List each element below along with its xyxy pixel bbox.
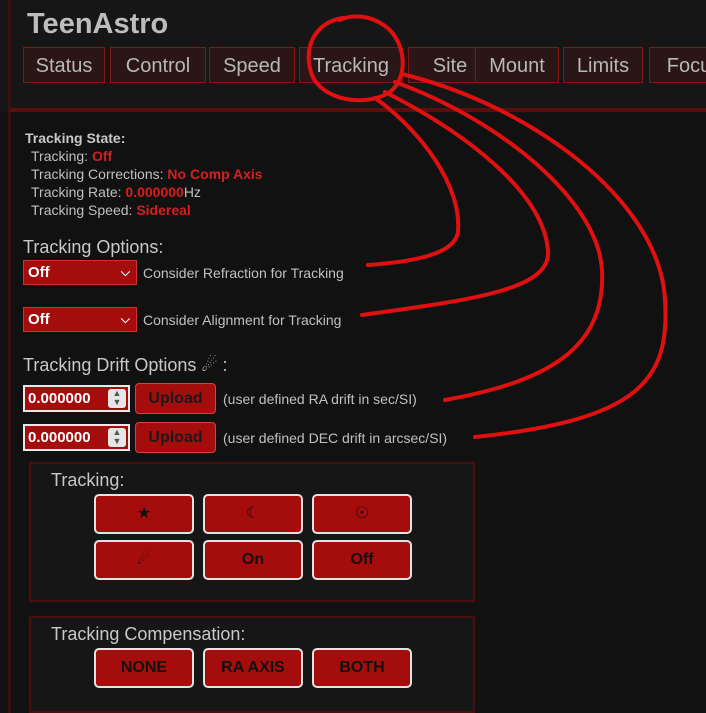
comp-both-button[interactable]: BOTH (312, 648, 412, 688)
moon-icon[interactable]: ☾ (203, 494, 303, 534)
alignment-select-value: Off (28, 311, 50, 328)
refraction-select[interactable]: Off ⌵ (23, 260, 137, 285)
tab-status[interactable]: Status (23, 47, 105, 83)
refraction-select-value: Off (28, 264, 50, 281)
compensation-panel-title: Tracking Compensation: (51, 624, 246, 644)
app-title: TeenAstro (27, 8, 169, 40)
compensation-panel: Tracking Compensation: NONE RA AXIS BOTH (29, 616, 475, 713)
spinner-icon[interactable]: ▲ ▼ (108, 389, 126, 408)
dec-drift-value: 0.000000 (28, 429, 91, 446)
tracking-corrections-value: No Comp Axis (167, 166, 263, 182)
spinner-icon[interactable]: ▲ ▼ (108, 428, 126, 447)
tab-speed[interactable]: Speed (209, 47, 295, 83)
alignment-label: Consider Alignment for Tracking (143, 312, 342, 328)
dec-drift-label: (user defined DEC drift in arcsec/SI) (223, 430, 448, 446)
star-icon[interactable]: ★ (94, 494, 194, 534)
tab-tracking[interactable]: Tracking (299, 47, 403, 83)
tab-focuser[interactable]: Focu (649, 47, 706, 83)
tracking-rate-unit: Hz (183, 184, 201, 200)
drift-options-title: Tracking Drift Options ☄ : (23, 355, 228, 375)
comet-icon[interactable]: ☄ (94, 540, 194, 580)
tracking-status-line: Tracking: Off (31, 148, 112, 164)
tracking-off-button[interactable]: Off (312, 540, 412, 580)
tracking-rate-line: Tracking Rate: 0.000000Hz (31, 184, 201, 200)
tracking-status-value: Off (91, 148, 113, 164)
left-border (8, 0, 11, 713)
tracking-state-heading: Tracking State: (25, 130, 126, 146)
annotation-stroke-ra (393, 80, 605, 402)
tracking-speed-value: Sidereal (136, 202, 191, 218)
refraction-label: Consider Refraction for Tracking (143, 265, 344, 281)
tab-control[interactable]: Control (110, 47, 206, 83)
dec-drift-input[interactable]: 0.000000 ▲ ▼ (23, 424, 130, 451)
sun-icon[interactable]: ☉ (312, 494, 412, 534)
header-divider (10, 108, 706, 112)
tracking-rate-value: 0.000000 (125, 184, 184, 200)
annotation-stroke-alignment (360, 90, 551, 317)
tracking-panel-title: Tracking: (51, 470, 125, 490)
tab-mount[interactable]: Mount (475, 47, 559, 83)
tracking-options-title: Tracking Options: (23, 237, 164, 257)
tracking-speed-line: Tracking Speed: Sidereal (31, 202, 191, 218)
tracking-speed-label: Tracking Speed: (31, 202, 137, 218)
comp-ra-axis-button[interactable]: RA AXIS (203, 648, 303, 688)
annotation-stroke-refraction (366, 96, 461, 267)
ra-upload-button[interactable]: Upload (135, 383, 216, 414)
tracking-status-label: Tracking: (31, 148, 92, 164)
chevron-down-icon: ⌵ (120, 312, 130, 326)
comp-none-button[interactable]: NONE (94, 648, 194, 688)
tracking-corrections-line: Tracking Corrections: No Comp Axis (31, 166, 263, 182)
ra-drift-label: (user defined RA drift in sec/SI) (223, 391, 417, 407)
ra-drift-value: 0.000000 (28, 390, 91, 407)
alignment-select[interactable]: Off ⌵ (23, 307, 137, 332)
tracking-corrections-label: Tracking Corrections: (31, 166, 168, 182)
tracking-on-button[interactable]: On (203, 540, 303, 580)
chevron-down-icon: ⌵ (120, 265, 130, 279)
ra-drift-input[interactable]: 0.000000 ▲ ▼ (23, 385, 130, 412)
tracking-rate-label: Tracking Rate: (31, 184, 126, 200)
tab-limits[interactable]: Limits (563, 47, 643, 83)
tracking-panel: Tracking: ★ ☾ ☉ ☄ On Off (29, 462, 475, 602)
tab-bar: Status Control Speed Tracking Site Mount… (23, 47, 706, 85)
dec-upload-button[interactable]: Upload (135, 422, 216, 453)
annotation-stroke-dec (400, 72, 668, 439)
